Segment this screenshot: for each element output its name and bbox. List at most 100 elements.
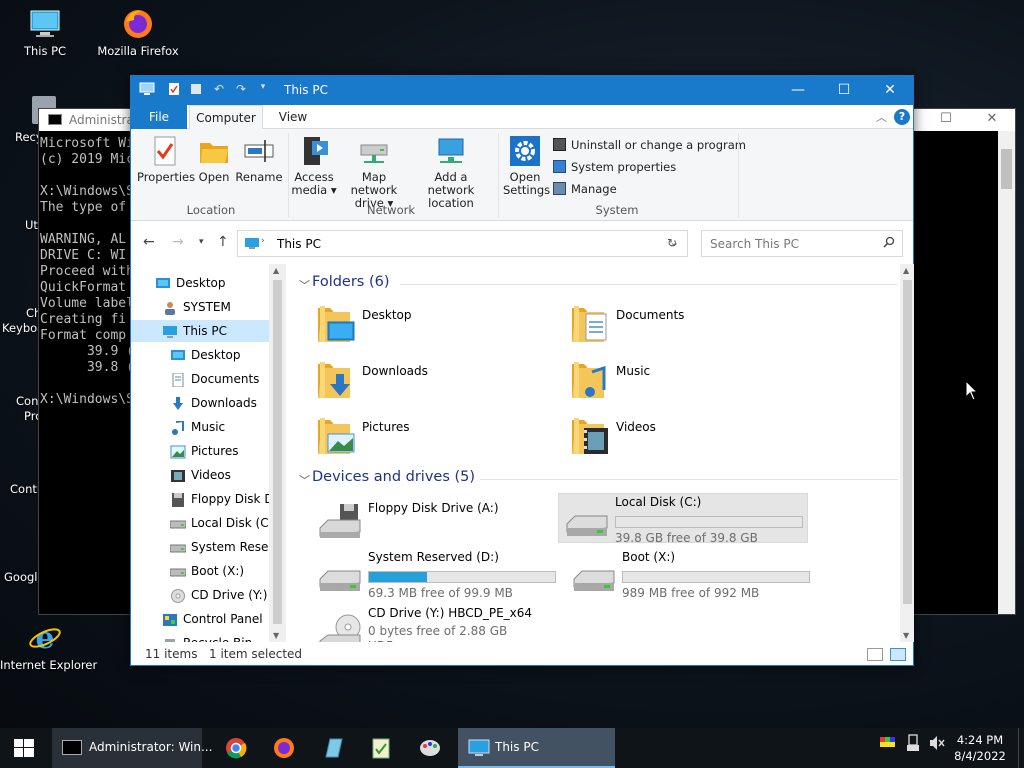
scroll-down-icon[interactable]: ▼ [273, 631, 279, 640]
search-icon[interactable] [883, 236, 895, 251]
chevron-right-icon[interactable]: › [261, 236, 265, 246]
folder-item[interactable]: Downloads [312, 356, 562, 406]
chevron-down-icon[interactable]: ﹀ [299, 472, 310, 488]
recent-locations-button[interactable]: ▾ [199, 237, 204, 247]
large-icons-view-icon[interactable] [890, 648, 906, 661]
desktop-icon-internet-explorer[interactable]: e Internet Explorer [0, 621, 97, 672]
nav-item[interactable]: CD Drive (Y:) H [131, 584, 269, 606]
scroll-thumb[interactable] [903, 280, 912, 604]
nav-item[interactable]: Boot (X:) [131, 560, 269, 582]
tab-computer[interactable]: Computer [189, 105, 263, 130]
folder-item[interactable]: Videos [566, 412, 816, 462]
open-settings-button[interactable]: Open Settings [503, 135, 550, 197]
properties-button[interactable]: Properties [137, 135, 195, 184]
taskbar-app-explorer[interactable]: This PC [458, 728, 615, 768]
search-input[interactable]: Search This PC [710, 237, 799, 251]
search-box[interactable]: Search This PC [701, 230, 903, 257]
help-icon[interactable]: ? [894, 109, 910, 125]
undo-icon[interactable]: ↶ [211, 82, 227, 98]
taskbar-app-5[interactable] [410, 728, 450, 768]
customize-toolbar-icon[interactable]: ▾ [255, 82, 271, 98]
address-bar[interactable]: › This PC ⌄ [237, 230, 688, 257]
taskbar-app-console[interactable]: Administrator: Win... [52, 728, 212, 768]
access-media-button[interactable]: Access media ▾ [291, 135, 337, 197]
nav-item[interactable]: Recycle Bin [131, 632, 269, 642]
uninstall-program-button[interactable]: Uninstall or change a program [553, 138, 746, 152]
drive-item[interactable]: Floppy Disk Drive (A:) [312, 494, 558, 544]
content-scrollbar[interactable]: ▲ ▼ [900, 264, 914, 642]
nav-item[interactable]: This PC [131, 320, 269, 342]
taskbar-chrome[interactable] [216, 728, 256, 768]
nav-item[interactable]: Floppy Disk Dri [131, 488, 269, 510]
navigation-pane[interactable]: Desktop SYSTEM This PC Desktop Documents Down… [131, 264, 287, 642]
nav-item[interactable]: Downloads [131, 392, 269, 414]
drive-item[interactable]: Boot (X:) 989 MB free of 992 MB [566, 549, 812, 600]
system-properties-icon [553, 160, 566, 173]
desktop-icon-firefox[interactable]: Mozilla Firefox [93, 8, 183, 58]
scroll-thumb[interactable] [1001, 149, 1012, 189]
tray-color-icon[interactable] [880, 734, 896, 753]
usb-icon[interactable] [906, 734, 920, 755]
map-network-drive-button[interactable]: Map network drive ▾ [337, 135, 411, 210]
console-scrollbar[interactable] [998, 131, 1015, 614]
open-button[interactable]: Open [195, 135, 233, 184]
nav-item[interactable]: SYSTEM [131, 296, 269, 318]
nav-item[interactable]: System Reserve [131, 536, 269, 558]
rename-button[interactable]: Rename [235, 135, 283, 184]
taskbar-app-4[interactable] [361, 728, 401, 768]
taskbar-firefox[interactable] [264, 728, 304, 768]
nav-item[interactable]: Documents [131, 368, 269, 390]
minimize-button[interactable]: — [775, 76, 821, 105]
close-button[interactable]: ✕ [867, 76, 913, 105]
new-folder-icon[interactable] [188, 82, 204, 98]
maximize-button[interactable]: ☐ [821, 76, 867, 105]
nav-item[interactable]: Desktop [131, 272, 269, 294]
nav-item-label: Desktop [176, 276, 226, 290]
close-button[interactable]: ✕ [969, 111, 1015, 129]
tab-file[interactable]: File [131, 105, 187, 129]
file-explorer-window[interactable]: ↶ ↷ ▾ This PC — ☐ ✕ File Computer View ︿… [130, 75, 914, 666]
show-desktop-button[interactable] [1018, 728, 1024, 768]
drive-item[interactable]: System Reserved (D:) 69.3 MB free of 99.9… [312, 549, 558, 600]
folder-item[interactable]: Pictures [312, 412, 562, 462]
back-button[interactable]: ← [143, 234, 155, 250]
speaker-muted-icon[interactable] [928, 734, 946, 755]
scroll-thumb[interactable] [273, 280, 282, 624]
address-path[interactable]: This PC [277, 237, 321, 251]
nav-item[interactable]: Control Panel [131, 608, 269, 630]
chevron-down-icon[interactable]: ﹀ [299, 277, 310, 293]
scroll-up-icon[interactable]: ▲ [273, 266, 279, 275]
details-view-icon[interactable] [867, 648, 883, 661]
maximize-button[interactable]: ☐ [923, 111, 969, 129]
redo-icon[interactable]: ↷ [233, 82, 249, 98]
desktop-icon-this-pc[interactable]: This PC [0, 8, 90, 58]
refresh-button[interactable]: ↻ [657, 230, 688, 257]
properties-icon[interactable] [166, 82, 182, 98]
nav-item[interactable]: Videos [131, 464, 269, 486]
folder-item[interactable]: Desktop [312, 300, 562, 350]
nav-item-label: Desktop [191, 348, 241, 362]
folder-item[interactable]: Music [566, 356, 816, 406]
collapse-ribbon-icon[interactable]: ︿ [876, 109, 887, 125]
content-pane[interactable]: ﹀ Folders (6) ﹀ Devices and drives (5) D… [288, 264, 900, 642]
nav-scrollbar[interactable]: ▲ ▼ [269, 264, 286, 642]
manage-button[interactable]: Manage [553, 182, 617, 196]
nav-item[interactable]: Music [131, 416, 269, 438]
nav-item[interactable]: Local Disk (C:) [131, 512, 269, 534]
taskbar-app-3[interactable] [313, 728, 353, 768]
drive-item[interactable]: CD Drive (Y:) HBCD_PE_x64 0 bytes free of… [312, 605, 558, 642]
tab-view[interactable]: View [271, 105, 315, 129]
add-network-location-button[interactable]: Add a network location [411, 135, 491, 210]
explorer-titlebar[interactable]: ↶ ↷ ▾ This PC — ☐ ✕ [131, 76, 913, 105]
forward-button[interactable]: → [172, 234, 184, 250]
up-button[interactable]: ↑ [217, 234, 229, 250]
nav-item[interactable]: Desktop [131, 344, 269, 366]
folder-item[interactable]: Documents [566, 300, 816, 350]
system-properties-button[interactable]: System properties [553, 160, 676, 174]
drive-item[interactable]: Local Disk (C:) 39.8 GB free of 39.8 GB [558, 493, 808, 545]
start-button[interactable] [0, 728, 48, 768]
nav-item[interactable]: Pictures [131, 440, 269, 462]
taskbar-clock[interactable]: 4:24 PM 8/4/2022 [948, 732, 1012, 764]
scroll-down-icon[interactable]: ▼ [903, 631, 909, 640]
scroll-up-icon[interactable]: ▲ [903, 266, 909, 275]
